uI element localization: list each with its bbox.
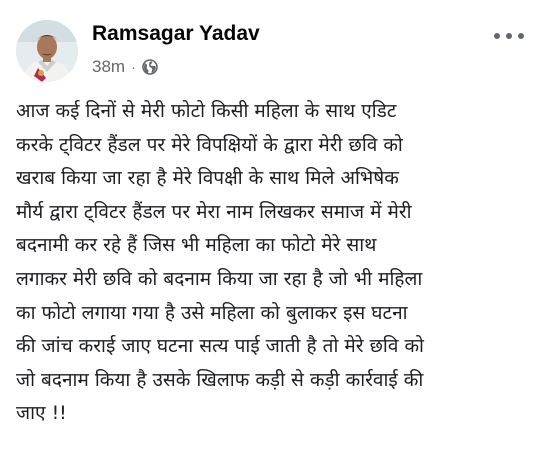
more-dot [506,33,512,39]
post-text-line: जाए !! [16,402,67,425]
post-text-line: बदनामी कर रहे हैं जिस भी महिला का फोटो म… [16,234,377,257]
post-text-line: लगाकर मेरी छवि को बदनाम किया जा रहा है ज… [16,267,423,290]
post-text-line: करके ट्विटर हैंडल पर मेरे विपक्षियों के … [16,133,403,156]
post-text-line: खराब किया जा रहा है मेरे विपक्षी के साथ … [16,167,399,190]
post-text-line: जो बदनाम किया है उसके खिलाफ कड़ी से कड़ी… [16,368,424,391]
post-card: Ramsagar Yadav 38m · आज कई दिनों से मेरी… [0,0,540,467]
post-text: आज कई दिनों से मेरी फोटो किसी महिला के स… [16,95,528,431]
more-options-icon[interactable] [494,26,524,46]
post-meta: 38m · [92,56,158,78]
post-header: Ramsagar Yadav 38m · [16,12,524,88]
post-text-line: का फोटो लगाया गया है उसे महिला को बुलाकर… [16,301,408,324]
author-name[interactable]: Ramsagar Yadav [92,22,260,46]
post-text-line: की जांच कराई जाए घटना सत्य पाई जाती है त… [16,335,424,358]
more-dot [518,33,524,39]
profile-photo-icon[interactable] [16,20,78,82]
post-timestamp[interactable]: 38m [92,57,125,77]
more-dot [494,33,500,39]
globe-icon[interactable] [141,59,158,75]
post-text-line: आज कई दिनों से मेरी फोटो किसी महिला के स… [16,100,397,122]
post-text-line: मौर्य द्वारा ट्विटर हैंडल पर मेरा नाम लि… [16,200,412,223]
meta-separator: · [131,59,136,75]
